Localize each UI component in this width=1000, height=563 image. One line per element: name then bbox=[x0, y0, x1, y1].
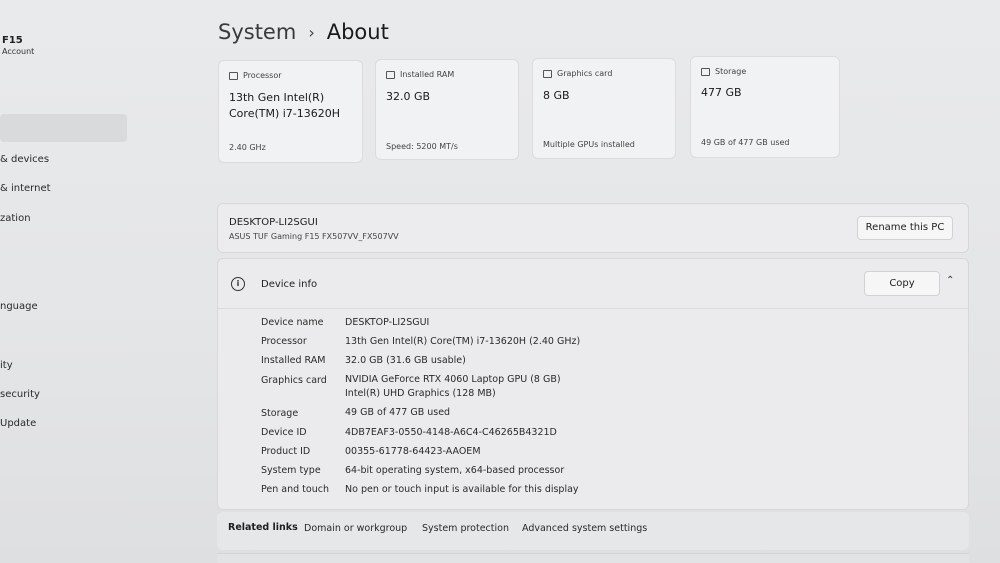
device-name-section: DESKTOP-LI2SGUI ASUS TUF Gaming F15 FX50… bbox=[217, 203, 969, 253]
device-info-header[interactable]: i Device info Copy ⌃ bbox=[218, 259, 968, 309]
spec-value: 00355-61778-64423-AAOEM bbox=[345, 446, 481, 457]
sidebar-item-language[interactable]: nguage bbox=[0, 301, 38, 312]
spec-value: No pen or touch input is available for t… bbox=[345, 484, 579, 495]
related-links-section: Related links Domain or workgroup System… bbox=[217, 512, 969, 550]
spec-label: Storage bbox=[261, 408, 299, 419]
spec-value: 4DB7EAF3-0550-4148-A6C4-C46265B4321D bbox=[345, 427, 557, 438]
sidebar: F15 Account & devices & internet zation … bbox=[0, 0, 200, 563]
spec-value: DESKTOP-LI2SGUI bbox=[345, 317, 430, 328]
sidebar-item-update[interactable]: Update bbox=[0, 418, 36, 429]
spec-label: Pen and touch bbox=[261, 484, 329, 495]
sidebar-item-accessibility[interactable]: ity bbox=[0, 360, 13, 371]
chevron-up-icon[interactable]: ⌃ bbox=[946, 275, 954, 286]
card-value: 13th Gen Intel(R) Core(TM) i7-13620H bbox=[229, 91, 341, 120]
spec-label: System type bbox=[261, 465, 321, 476]
spec-value: 49 GB of 477 GB used bbox=[345, 407, 451, 418]
spec-label: Graphics card bbox=[261, 375, 327, 386]
related-links-title: Related links bbox=[228, 522, 298, 533]
device-info-panel: i Device info Copy ⌃ Device name DESKTOP… bbox=[217, 258, 969, 510]
card-sub: 49 GB of 477 GB used bbox=[701, 138, 790, 147]
device-name: DESKTOP-LI2SGUI bbox=[229, 217, 318, 228]
spec-label: Device name bbox=[261, 317, 324, 328]
card-storage: Storage 477 GB 49 GB of 477 GB used bbox=[690, 56, 840, 158]
card-label: Processor bbox=[243, 71, 282, 80]
spec-value: NVIDIA GeForce RTX 4060 Laptop GPU (8 GB… bbox=[345, 374, 561, 385]
user-account-label[interactable]: Account bbox=[2, 47, 34, 56]
card-value: 32.0 GB bbox=[386, 90, 431, 103]
spec-value: 64-bit operating system, x64-based proce… bbox=[345, 465, 565, 476]
breadcrumb: System › About bbox=[218, 20, 389, 44]
sidebar-item-system-selected[interactable] bbox=[0, 114, 127, 142]
card-processor: Processor 13th Gen Intel(R) Core(TM) i7-… bbox=[218, 60, 363, 163]
card-sub: Multiple GPUs installed bbox=[543, 140, 635, 149]
breadcrumb-separator-icon: › bbox=[308, 22, 315, 42]
ram-icon bbox=[386, 70, 395, 79]
card-sub: Speed: 5200 MT/s bbox=[386, 142, 458, 151]
link-advanced-system-settings[interactable]: Advanced system settings bbox=[522, 523, 647, 534]
link-system-protection[interactable]: System protection bbox=[422, 523, 509, 534]
device-info-title: Device info bbox=[261, 279, 318, 290]
spec-label: Processor bbox=[261, 336, 307, 347]
card-label: Installed RAM bbox=[400, 70, 455, 79]
card-value: 477 GB bbox=[701, 86, 742, 99]
sidebar-item-network[interactable]: & internet bbox=[0, 183, 51, 194]
card-value: 8 GB bbox=[543, 89, 570, 102]
user-name: F15 bbox=[2, 35, 23, 46]
page-title: About bbox=[326, 20, 389, 44]
device-model: ASUS TUF Gaming F15 FX507VV_FX507VV bbox=[229, 232, 399, 241]
spec-value: 13th Gen Intel(R) Core(TM) i7-13620H (2.… bbox=[345, 336, 581, 347]
next-section-edge bbox=[217, 553, 969, 563]
sidebar-item-personalization[interactable]: zation bbox=[0, 213, 31, 224]
spec-label: Product ID bbox=[261, 446, 311, 457]
rename-pc-button[interactable]: Rename this PC bbox=[857, 216, 953, 240]
card-label: Graphics card bbox=[557, 69, 613, 78]
sidebar-item-devices[interactable]: & devices bbox=[0, 154, 49, 165]
storage-icon bbox=[701, 67, 710, 76]
gpu-icon bbox=[543, 69, 552, 78]
sidebar-item-security[interactable]: security bbox=[0, 389, 40, 400]
spec-label: Installed RAM bbox=[261, 355, 326, 366]
copy-button[interactable]: Copy bbox=[864, 271, 940, 296]
link-domain-workgroup[interactable]: Domain or workgroup bbox=[304, 523, 407, 534]
card-graphics: Graphics card 8 GB Multiple GPUs install… bbox=[532, 58, 676, 159]
spec-label: Device ID bbox=[261, 427, 307, 438]
card-sub: 2.40 GHz bbox=[229, 143, 266, 152]
card-label: Storage bbox=[715, 67, 747, 76]
breadcrumb-system[interactable]: System bbox=[218, 20, 296, 44]
info-icon: i bbox=[231, 277, 245, 291]
spec-value: 32.0 GB (31.6 GB usable) bbox=[345, 355, 466, 366]
cpu-icon bbox=[229, 71, 238, 80]
card-ram: Installed RAM 32.0 GB Speed: 5200 MT/s bbox=[375, 59, 519, 160]
spec-value-secondary: Intel(R) UHD Graphics (128 MB) bbox=[345, 388, 496, 399]
